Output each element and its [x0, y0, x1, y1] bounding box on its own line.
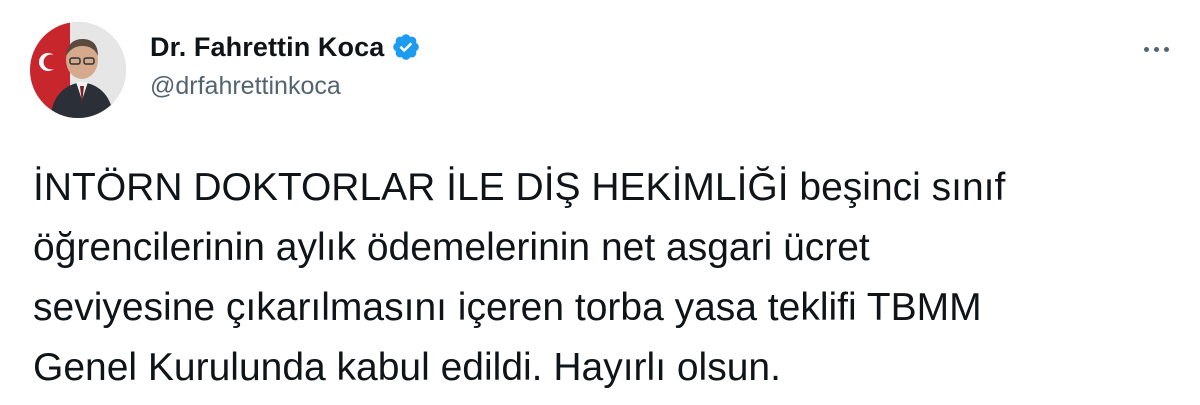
profile-photo [30, 22, 126, 118]
user-handle[interactable]: @drfahrettinkoca [150, 72, 421, 101]
verified-badge-icon [391, 32, 421, 62]
more-options-button[interactable] [1132, 34, 1180, 64]
more-horizontal-icon [1153, 46, 1159, 52]
tweet-text-line: öğrencilerinin aylık ödemelerinin net as… [33, 226, 870, 269]
more-horizontal-icon [1163, 46, 1169, 52]
name-row: Dr. Fahrettin Koca [150, 30, 421, 64]
tweet-text-line: Genel Kurulunda kabul edildi. Hayırlı ol… [33, 346, 781, 389]
tweet-card[interactable]: Dr. Fahrettin Koca @drfahrettinkoca İNTÖ… [0, 0, 1200, 405]
tweet-text-line: İNTÖRN DOKTORLAR İLE DİŞ HEKİMLİĞİ beşin… [33, 166, 1006, 209]
author-block: Dr. Fahrettin Koca @drfahrettinkoca [150, 30, 421, 101]
display-name[interactable]: Dr. Fahrettin Koca [150, 32, 384, 63]
tweet-text: İNTÖRN DOKTORLAR İLE DİŞ HEKİMLİĞİ beşin… [33, 158, 1173, 398]
more-horizontal-icon [1143, 46, 1149, 52]
tweet-text-line: seviyesine çıkarılmasını içeren torba ya… [33, 286, 982, 329]
avatar[interactable] [30, 22, 126, 118]
